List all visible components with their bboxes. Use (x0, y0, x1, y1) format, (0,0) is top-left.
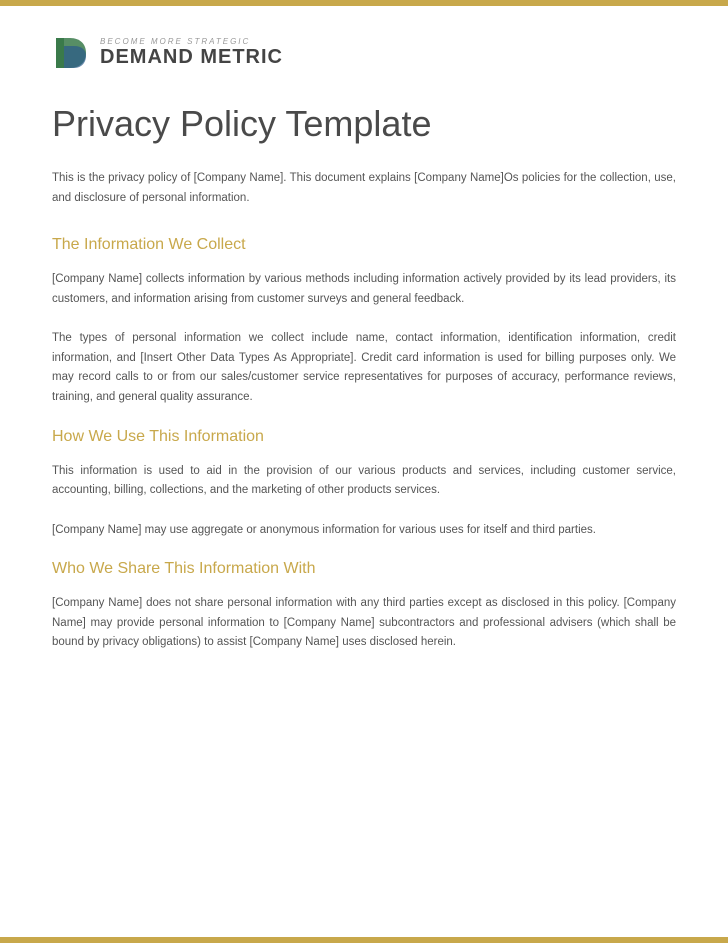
section-share: Who We Share This Information With [Comp… (52, 560, 676, 653)
intro-paragraph: This is the privacy policy of [Company N… (52, 169, 676, 208)
section-share-para-1: [Company Name] does not share personal i… (52, 594, 676, 653)
section-use: How We Use This Information This informa… (52, 428, 676, 541)
section-use-heading: How We Use This Information (52, 428, 676, 446)
demand-metric-logo-icon (52, 34, 90, 72)
section-collect: The Information We Collect [Company Name… (52, 236, 676, 407)
bottom-border (0, 937, 728, 943)
logo-text-area: Become More Strategic Demand Metric (100, 37, 283, 69)
page-container: Become More Strategic Demand Metric Priv… (0, 0, 728, 943)
content-area: Become More Strategic Demand Metric Priv… (0, 6, 728, 713)
section-collect-para-1: [Company Name] collects information by v… (52, 270, 676, 309)
page-title: Privacy Policy Template (52, 102, 676, 145)
section-share-heading: Who We Share This Information With (52, 560, 676, 578)
section-use-para-1: This information is used to aid in the p… (52, 462, 676, 501)
logo-name: Demand Metric (100, 46, 283, 69)
section-use-para-2: [Company Name] may use aggregate or anon… (52, 521, 676, 541)
section-collect-heading: The Information We Collect (52, 236, 676, 254)
logo-tagline: Become More Strategic (100, 37, 283, 46)
section-collect-para-2: The types of personal information we col… (52, 329, 676, 407)
logo-area: Become More Strategic Demand Metric (52, 34, 676, 72)
